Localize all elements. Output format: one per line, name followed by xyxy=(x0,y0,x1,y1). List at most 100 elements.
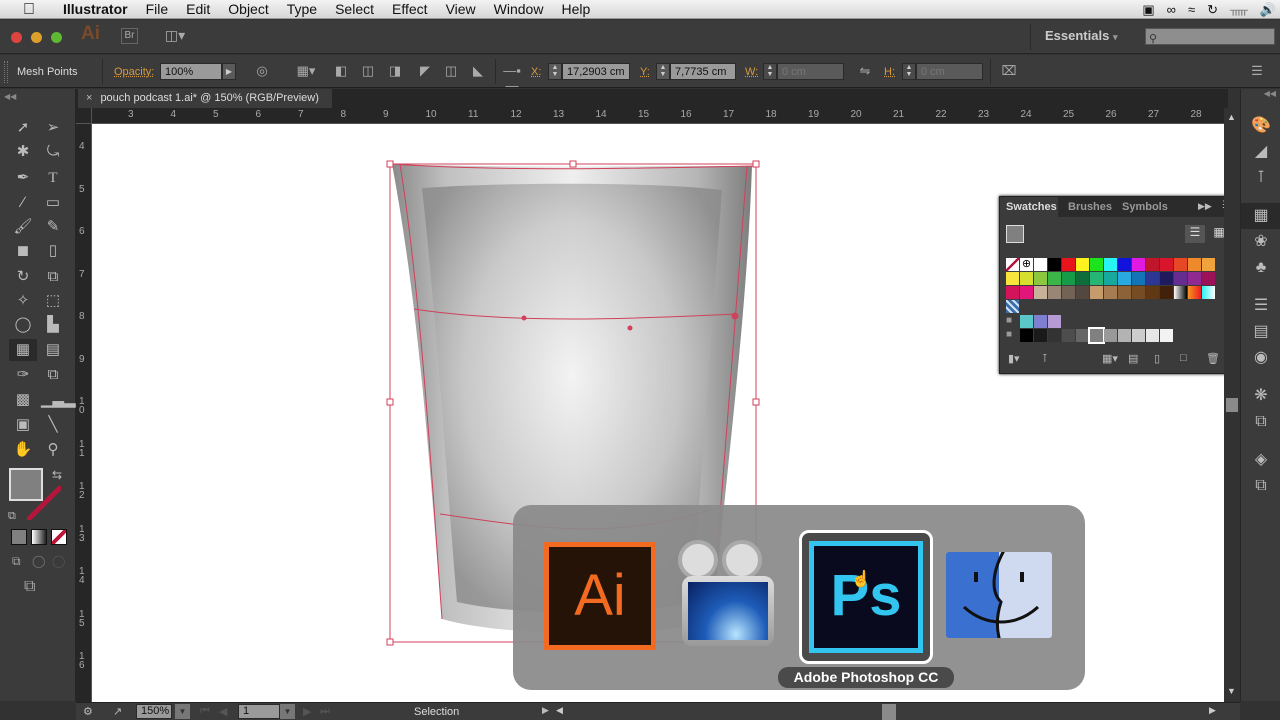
app-photoshop-icon[interactable]: Ps xyxy=(809,541,923,653)
color-group-folder-icon[interactable]: ■ xyxy=(1006,329,1019,342)
swatch[interactable] xyxy=(1048,315,1061,328)
swatch[interactable] xyxy=(1006,286,1019,299)
zoom-dropdown-icon[interactable]: ▼ xyxy=(175,704,190,719)
swatch-registration[interactable]: ⊕ xyxy=(1020,258,1033,271)
first-artboard-icon[interactable]: ⏮ xyxy=(200,705,210,718)
x-input[interactable]: 17,2903 cm xyxy=(562,63,630,80)
swatch-gradient[interactable] xyxy=(1202,286,1215,299)
swatch[interactable] xyxy=(1062,329,1075,342)
swatch[interactable] xyxy=(1090,286,1103,299)
tab-symbols[interactable]: Symbols xyxy=(1122,197,1168,217)
swatch[interactable] xyxy=(1048,329,1061,342)
swatch[interactable] xyxy=(1146,258,1159,271)
free-transform-tool-icon[interactable]: ⬚ xyxy=(41,290,65,312)
draw-inside-icon[interactable]: ◯ xyxy=(52,554,65,568)
swatch[interactable] xyxy=(1188,258,1201,271)
rectangle-tool-icon[interactable]: ▭ xyxy=(41,192,65,214)
brushes-icon[interactable]: ❀ xyxy=(1241,229,1280,255)
mesh-handle[interactable] xyxy=(521,315,527,321)
mesh-tool-icon[interactable]: ▦ xyxy=(9,339,37,361)
swatch[interactable] xyxy=(1160,329,1173,342)
align-bottom-icon[interactable]: ◣ xyxy=(470,63,486,79)
menu-file[interactable]: File xyxy=(137,0,178,19)
zoom-level-field[interactable]: 150% xyxy=(136,704,172,719)
app-finder-icon[interactable] xyxy=(946,552,1052,638)
type-tool-icon[interactable]: T xyxy=(41,167,65,189)
swatch[interactable] xyxy=(1146,272,1159,285)
h-input[interactable]: 0 cm xyxy=(916,63,983,80)
paintbrush-tool-icon[interactable]: 🖌 xyxy=(11,216,35,238)
volume-icon[interactable]: 🔊 xyxy=(1260,0,1276,19)
new-color-group-icon[interactable]: ▯ xyxy=(1154,352,1160,365)
blob-brush-tool-icon[interactable]: ◼ xyxy=(11,240,35,262)
slice-tool-icon[interactable]: ╲ xyxy=(41,414,65,436)
status-menu-icon[interactable]: ▶ xyxy=(542,705,549,716)
constrain-proportions-icon[interactable]: ⇋ xyxy=(856,63,874,79)
swatch[interactable] xyxy=(1104,286,1117,299)
menu-type[interactable]: Type xyxy=(278,0,326,19)
vertical-ruler[interactable]: 4 5 6 7 8 9 10 11 12 13 14 15 16 xyxy=(76,124,92,702)
swatch[interactable] xyxy=(1048,286,1061,299)
menu-help[interactable]: Help xyxy=(552,0,599,19)
swatch-gradient[interactable] xyxy=(1188,286,1201,299)
scroll-down-icon[interactable]: ▼ xyxy=(1227,686,1236,696)
app-screenflow-icon[interactable] xyxy=(676,540,794,652)
artboard-tool-icon[interactable]: ▣ xyxy=(11,414,35,436)
align-vertical-center-icon[interactable]: ◫ xyxy=(443,63,459,79)
time-machine-icon[interactable]: ↻ xyxy=(1207,0,1218,19)
swatch[interactable] xyxy=(1202,258,1215,271)
menu-view[interactable]: View xyxy=(437,0,485,19)
mesh-handle[interactable] xyxy=(627,325,633,331)
symbols-icon[interactable]: ♣ xyxy=(1241,255,1280,281)
gradient-icon[interactable]: ▤ xyxy=(1241,319,1280,345)
h-stepper[interactable]: ▲ ▼ xyxy=(902,63,916,80)
tab-brushes[interactable]: Brushes xyxy=(1068,197,1112,217)
swatch[interactable] xyxy=(1188,272,1201,285)
show-kinds-icon[interactable]: ▦▾ xyxy=(1102,352,1118,365)
default-fill-stroke-icon[interactable]: ⧉ xyxy=(8,510,16,523)
list-view-button[interactable]: ☰ xyxy=(1185,225,1205,243)
menu-effect[interactable]: Effect xyxy=(383,0,437,19)
eraser-tool-icon[interactable]: ▯ xyxy=(41,240,65,262)
swatch[interactable] xyxy=(1020,315,1033,328)
swatch[interactable] xyxy=(1160,258,1173,271)
last-artboard-icon[interactable]: ⏭ xyxy=(320,705,330,718)
isolate-object-icon[interactable]: ⌧ xyxy=(1000,63,1018,79)
apple-menu-icon[interactable]:  xyxy=(18,1,40,18)
mesh-point-selected[interactable] xyxy=(731,312,739,320)
align-left-icon[interactable]: ◧ xyxy=(333,63,349,79)
add-to-library-icon[interactable]: ⊺ xyxy=(1042,352,1048,365)
swatch[interactable] xyxy=(1118,272,1131,285)
opacity-slider-button[interactable]: ▶ xyxy=(222,63,236,80)
swatch[interactable] xyxy=(1104,272,1117,285)
swatch[interactable] xyxy=(1062,286,1075,299)
gradient-tool-icon[interactable]: ▤ xyxy=(41,339,65,361)
previous-artboard-icon[interactable]: ◀ xyxy=(219,705,227,718)
swatch[interactable] xyxy=(1174,258,1187,271)
drag-handle[interactable] xyxy=(4,61,8,83)
swatch[interactable] xyxy=(1076,286,1089,299)
scroll-left-icon[interactable]: ◀ xyxy=(556,705,563,716)
none-mode-button[interactable] xyxy=(51,529,67,545)
swatch[interactable] xyxy=(1062,258,1075,271)
scroll-right-icon[interactable]: ▶ xyxy=(1209,705,1216,716)
swap-fill-stroke-icon[interactable]: ⇆ xyxy=(52,468,62,482)
swatch[interactable] xyxy=(1132,329,1145,342)
align-horizontal-center-icon[interactable]: ◫ xyxy=(360,63,376,79)
swatch[interactable] xyxy=(1048,272,1061,285)
artboard-number-field[interactable]: 1 xyxy=(238,704,280,719)
layers-icon[interactable]: ◈ xyxy=(1241,447,1280,473)
anchor-point[interactable] xyxy=(386,398,394,406)
swatch[interactable] xyxy=(1048,258,1061,271)
lasso-tool-icon[interactable]: ⤿ xyxy=(41,141,65,163)
swatch[interactable] xyxy=(1034,315,1047,328)
app-illustrator-icon[interactable]: Ai xyxy=(544,542,656,650)
bluetooth-icon[interactable]: ᚅ xyxy=(1230,0,1248,19)
y-stepper[interactable]: ▲ ▼ xyxy=(656,63,670,80)
anchor-point[interactable] xyxy=(569,160,577,168)
pencil-tool-icon[interactable]: ✎ xyxy=(41,216,65,238)
direct-selection-tool-icon[interactable]: ➢ xyxy=(41,117,65,139)
tab-swatches[interactable]: Swatches xyxy=(1000,197,1058,217)
recolor-artwork-icon[interactable]: ◎ xyxy=(253,63,271,81)
hand-tool-icon[interactable]: ✋ xyxy=(11,439,35,461)
